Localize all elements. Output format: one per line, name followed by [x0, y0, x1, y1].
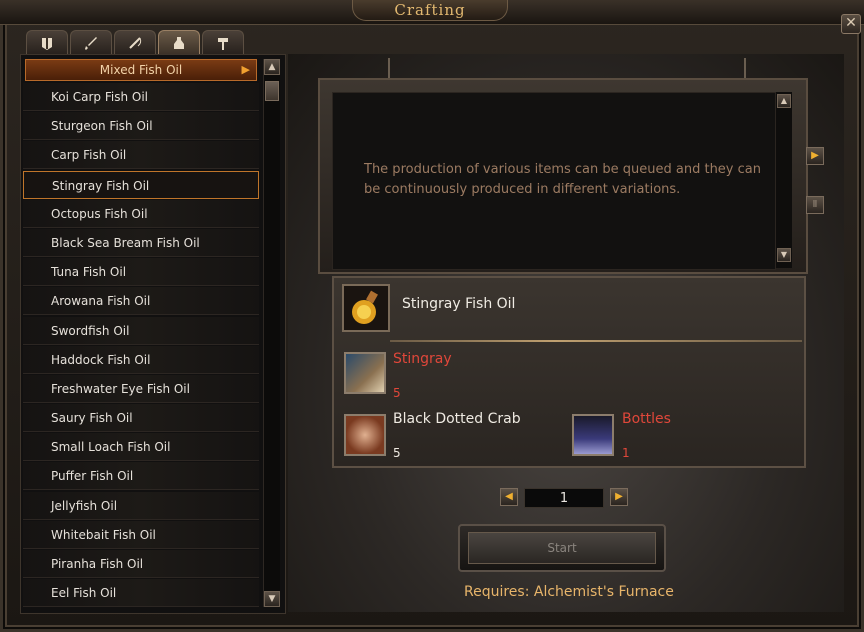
chain-ornament	[388, 58, 390, 80]
product-name: Stingray Fish Oil	[402, 296, 516, 312]
recipe-category-header[interactable]: Mixed Fish Oil ▶	[25, 59, 257, 81]
category-tabs	[26, 30, 244, 55]
chain-ornament	[744, 58, 746, 80]
tab-armor[interactable]	[26, 30, 68, 55]
recipe-item-selected[interactable]: Stingray Fish Oil	[23, 170, 259, 199]
recipe-item[interactable]: Octopus Fish Oil	[23, 199, 259, 228]
recipe-item[interactable]: Sturgeon Fish Oil	[23, 112, 259, 141]
pause-queue-button[interactable]: Ⅱ	[806, 196, 824, 214]
sword-icon	[85, 37, 97, 50]
decrease-quantity-button[interactable]: ◀	[500, 488, 518, 506]
bottle-icon	[572, 414, 614, 456]
close-icon: ✕	[845, 15, 857, 31]
recipe-list-scrollbar[interactable]: ▲ ▼	[263, 59, 280, 607]
recipe-item[interactable]: Puffer Fish Oil	[23, 462, 259, 491]
recipe-item[interactable]: Arowana Fish Oil	[23, 287, 259, 316]
desc-scroll-up-button[interactable]: ▲	[777, 94, 791, 108]
material-qty: 5	[393, 446, 401, 460]
recipe-category-label: Mixed Fish Oil	[99, 63, 183, 77]
armor-icon	[42, 38, 52, 50]
recipe-item[interactable]: Carp Fish Oil	[23, 141, 259, 170]
recipe-item[interactable]: Black Sea Bream Fish Oil	[23, 228, 259, 257]
recipe-item[interactable]: Piranha Fish Oil	[23, 550, 259, 578]
recipe-item[interactable]: Swordfish Oil	[23, 316, 259, 345]
recipe-item[interactable]: Small Loach Fish Oil	[23, 433, 259, 462]
section-divider	[390, 340, 802, 342]
recipe-item[interactable]: Freshwater Eye Fish Oil	[23, 374, 259, 403]
recipe-item[interactable]: Koi Carp Fish Oil	[23, 83, 259, 111]
recipe-item[interactable]: Saury Fish Oil	[23, 404, 259, 433]
recipe-item[interactable]: Whitebait Fish Oil	[23, 520, 259, 549]
description-text: The production of various items can be q…	[364, 162, 761, 197]
recipe-list: Koi Carp Fish Oil Sturgeon Fish Oil Carp…	[23, 83, 259, 608]
recipe-item[interactable]: Eel Fish Oil	[23, 579, 259, 608]
start-button[interactable]: Start	[468, 532, 656, 564]
hammer-icon	[218, 38, 228, 50]
title-plate: Crafting	[352, 0, 508, 21]
expand-arrow-icon: ▶	[241, 63, 250, 76]
scroll-up-button[interactable]: ▲	[264, 59, 280, 75]
stingray-icon	[344, 352, 386, 394]
material-qty: 1	[622, 446, 630, 460]
quantity-input[interactable]: 1	[524, 488, 604, 508]
fishing-rod-icon	[129, 37, 142, 49]
tab-fishing[interactable]	[114, 30, 156, 55]
tab-weapon[interactable]	[70, 30, 112, 55]
recipe-list-panel: Mixed Fish Oil ▶ Koi Carp Fish Oil Sturg…	[20, 54, 286, 614]
scroll-thumb[interactable]	[265, 81, 279, 101]
tab-alchemy[interactable]	[158, 30, 200, 55]
material-name: Stingray	[393, 351, 452, 367]
recipe-item[interactable]: Haddock Fish Oil	[23, 345, 259, 374]
window-title: Crafting	[394, 1, 466, 19]
start-button-frame: Start	[458, 524, 666, 572]
recipe-item[interactable]: Tuna Fish Oil	[23, 258, 259, 287]
desc-scroll-down-button[interactable]: ▼	[777, 248, 791, 262]
material-name: Bottles	[622, 411, 671, 427]
material-name: Black Dotted Crab	[393, 411, 521, 427]
tab-tools[interactable]	[202, 30, 244, 55]
requirement-text: Requires: Alchemist's Furnace	[464, 584, 674, 600]
recipe-item[interactable]: Jellyfish Oil	[23, 491, 259, 520]
increase-quantity-button[interactable]: ▶	[610, 488, 628, 506]
potion-sack-icon	[174, 37, 184, 49]
play-queue-button[interactable]: ▶	[806, 147, 824, 165]
right-arrow-icon: ▶	[615, 491, 623, 502]
left-arrow-icon: ◀	[505, 491, 513, 502]
description-scrollbar[interactable]: ▲ ▼	[776, 92, 792, 268]
scroll-down-button[interactable]: ▼	[264, 591, 280, 607]
close-button[interactable]: ✕	[841, 14, 861, 34]
crab-icon	[344, 414, 386, 456]
fish-oil-bottle-icon	[342, 284, 390, 332]
material-qty: 5	[393, 386, 401, 400]
